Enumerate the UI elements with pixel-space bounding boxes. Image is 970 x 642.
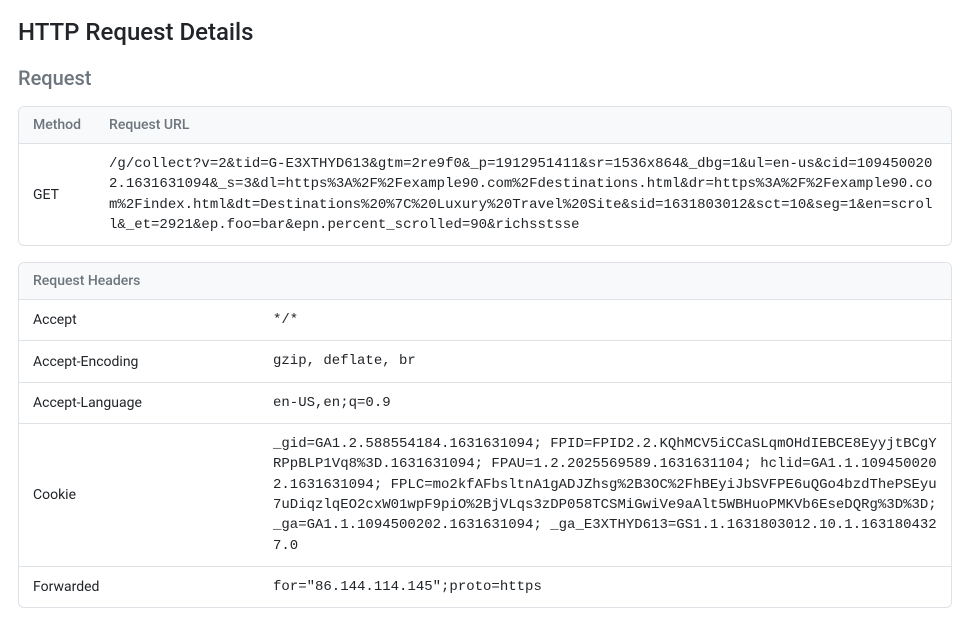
header-name: Cookie [19, 424, 259, 567]
header-value: gzip, deflate, br [259, 341, 951, 382]
col-method: Method [19, 107, 95, 144]
table-row: Accept-Encoding gzip, deflate, br [19, 341, 951, 382]
request-section-heading: Request [18, 66, 952, 90]
table-row: Cookie _gid=GA1.2.588554184.1631631094; … [19, 424, 951, 567]
header-name: Accept-Encoding [19, 341, 259, 382]
request-url-table: Method Request URL GET /g/collect?v=2&ti… [18, 106, 952, 246]
request-url-value: /g/collect?v=2&tid=G-E3XTHYD613&gtm=2re9… [95, 144, 951, 246]
table-row: Accept */* [19, 300, 951, 341]
header-value: en-US,en;q=0.9 [259, 382, 951, 423]
col-request-url: Request URL [95, 107, 951, 144]
header-name: Accept-Language [19, 382, 259, 423]
header-value: _gid=GA1.2.588554184.1631631094; FPID=FP… [259, 424, 951, 567]
request-headers-table: Request Headers Accept */* Accept-Encodi… [18, 262, 952, 608]
header-name: Forwarded [19, 566, 259, 607]
request-method-value: GET [19, 144, 95, 246]
page-title: HTTP Request Details [18, 18, 952, 46]
request-headers-title: Request Headers [19, 263, 951, 300]
table-row: Accept-Language en-US,en;q=0.9 [19, 382, 951, 423]
header-value: */* [259, 300, 951, 341]
header-name: Accept [19, 300, 259, 341]
table-row: GET /g/collect?v=2&tid=G-E3XTHYD613&gtm=… [19, 144, 951, 246]
table-row: Forwarded for="86.144.114.145";proto=htt… [19, 566, 951, 607]
header-value: for="86.144.114.145";proto=https [259, 566, 951, 607]
